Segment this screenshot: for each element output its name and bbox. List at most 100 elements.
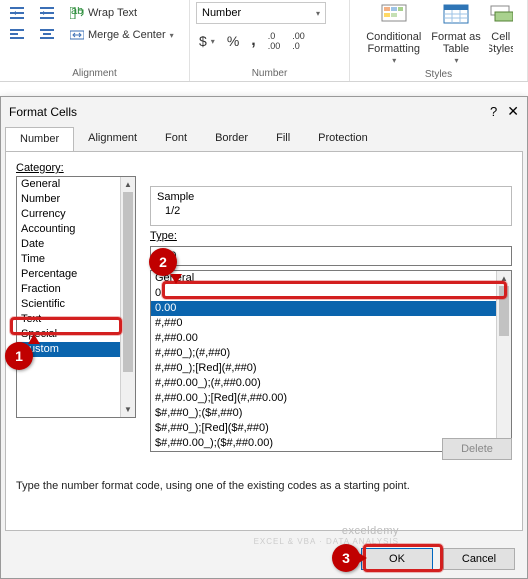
tab-fill[interactable]: Fill bbox=[262, 127, 304, 152]
number-format-select[interactable]: Number ▾ bbox=[196, 2, 326, 24]
list-item-label: #,##0 bbox=[155, 317, 183, 329]
decrease-indent-button[interactable] bbox=[6, 4, 28, 22]
decrease-indent-icon bbox=[9, 5, 25, 21]
conditional-formatting-label: Conditional Formatting bbox=[366, 31, 421, 55]
chevron-down-icon: ▾ bbox=[170, 31, 174, 40]
list-item-label: #,##0.00_);(#,##0.00) bbox=[155, 377, 261, 389]
increase-decimal-icon: .0.00 bbox=[268, 31, 281, 51]
tab-alignment[interactable]: Alignment bbox=[74, 127, 151, 152]
tab-number[interactable]: Number bbox=[5, 127, 74, 152]
increase-indent-button[interactable] bbox=[36, 4, 58, 22]
list-item-label: Fraction bbox=[21, 283, 61, 295]
tab-page-number: Category: General Number Currency Accoun… bbox=[5, 151, 523, 531]
accounting-format-button[interactable]: $▾ bbox=[196, 32, 218, 50]
wrap-text-button[interactable]: ab Wrap Text bbox=[66, 4, 140, 22]
conditional-formatting-button[interactable]: Conditional Formatting▾ bbox=[364, 2, 423, 68]
sample-label: Sample bbox=[157, 191, 505, 203]
type-input[interactable] bbox=[150, 246, 512, 266]
list-item[interactable]: #,##0.00_);[Red](#,##0.00) bbox=[151, 391, 511, 406]
list-item[interactable]: Scientific bbox=[17, 297, 135, 312]
increase-decimal-button[interactable]: .0.00 bbox=[265, 30, 284, 52]
format-as-table-label: Format as Table bbox=[431, 31, 481, 55]
wrap-text-icon: ab bbox=[69, 5, 85, 21]
tab-protection[interactable]: Protection bbox=[304, 127, 382, 152]
list-item[interactable]: #,##0.00 bbox=[151, 331, 511, 346]
group-label-number: Number bbox=[196, 67, 343, 81]
scroll-up-icon[interactable]: ▲ bbox=[121, 177, 135, 192]
scrollbar[interactable]: ▲ ▼ bbox=[496, 271, 511, 451]
list-item[interactable]: Number bbox=[17, 192, 135, 207]
close-button[interactable]: ✕ bbox=[507, 103, 519, 120]
scroll-thumb[interactable] bbox=[123, 192, 133, 372]
list-item-label: Date bbox=[21, 238, 44, 250]
format-list[interactable]: General 0 0.00 #,##0 #,##0.00 #,##0_);(#… bbox=[150, 270, 512, 452]
list-item[interactable]: #,##0.00_);(#,##0.00) bbox=[151, 376, 511, 391]
format-as-table-button[interactable]: Format as Table ▾ bbox=[429, 2, 483, 68]
list-item[interactable]: Accounting bbox=[17, 222, 135, 237]
ok-button[interactable]: OK bbox=[361, 548, 433, 570]
delete-button[interactable]: Delete bbox=[442, 438, 512, 460]
type-label: Type: bbox=[150, 230, 512, 242]
group-number: Number ▾ $▾ % , .0.00 .00.0 Number bbox=[190, 0, 350, 81]
list-item[interactable]: $#,##0_);($#,##0) bbox=[151, 406, 511, 421]
scrollbar[interactable]: ▲ ▼ bbox=[120, 177, 135, 417]
list-item-label: Number bbox=[21, 193, 60, 205]
comma-format-button[interactable]: , bbox=[248, 31, 258, 51]
number-format-value: Number bbox=[202, 7, 241, 19]
dialog-title: Format Cells bbox=[9, 105, 77, 119]
tab-label: Border bbox=[215, 132, 248, 144]
tab-font[interactable]: Font bbox=[151, 127, 201, 152]
list-item[interactable]: Fraction bbox=[17, 282, 135, 297]
list-item[interactable]: Currency bbox=[17, 207, 135, 222]
annotation-step-3: 3 bbox=[332, 544, 360, 572]
category-list[interactable]: General Number Currency Accounting Date … bbox=[16, 176, 136, 418]
cell-styles-icon bbox=[489, 4, 513, 29]
list-item-label: $#,##0_);[Red]($#,##0) bbox=[155, 422, 269, 434]
list-item-label: $#,##0_);($#,##0) bbox=[155, 407, 242, 419]
list-item-selected[interactable]: 0.00 bbox=[151, 301, 511, 316]
dialog-tabs: Number Alignment Font Border Fill Protec… bbox=[1, 126, 527, 151]
decrease-decimal-button[interactable]: .00.0 bbox=[289, 30, 308, 52]
percent-format-button[interactable]: % bbox=[224, 32, 242, 50]
list-item[interactable]: General bbox=[151, 271, 511, 286]
align-center-button[interactable] bbox=[36, 26, 58, 44]
list-item[interactable]: 0 bbox=[151, 286, 511, 301]
tab-border[interactable]: Border bbox=[201, 127, 262, 152]
hint-text: Type the number format code, using one o… bbox=[16, 480, 512, 492]
scroll-up-icon[interactable]: ▲ bbox=[497, 271, 511, 286]
list-item[interactable]: Date bbox=[17, 237, 135, 252]
list-item[interactable]: $#,##0_);[Red]($#,##0) bbox=[151, 421, 511, 436]
list-item[interactable]: General bbox=[17, 177, 135, 192]
list-item[interactable]: #,##0 bbox=[151, 316, 511, 331]
annotation-step-1: 1 bbox=[5, 342, 33, 370]
help-button[interactable]: ? bbox=[490, 104, 497, 119]
list-item[interactable]: Text bbox=[17, 312, 135, 327]
merge-center-button[interactable]: Merge & Center ▾ bbox=[66, 26, 177, 44]
group-label-styles: Styles bbox=[356, 68, 521, 82]
list-item-label: #,##0_);(#,##0) bbox=[155, 347, 230, 359]
scroll-down-icon[interactable]: ▼ bbox=[121, 402, 135, 417]
comma-icon: , bbox=[251, 32, 255, 50]
tab-label: Number bbox=[20, 133, 59, 145]
list-item-label: General bbox=[21, 178, 60, 190]
list-item-selected[interactable]: Custom bbox=[17, 342, 135, 357]
tab-label: Protection bbox=[318, 132, 368, 144]
list-item[interactable]: #,##0_);[Red](#,##0) bbox=[151, 361, 511, 376]
scroll-thumb[interactable] bbox=[499, 286, 509, 336]
cell-styles-button[interactable]: Cell Styles bbox=[489, 2, 513, 57]
annotation-pointer-1 bbox=[28, 334, 40, 344]
cancel-button[interactable]: Cancel bbox=[443, 548, 515, 570]
list-item-label: #,##0_);[Red](#,##0) bbox=[155, 362, 257, 374]
list-item[interactable]: Percentage bbox=[17, 267, 135, 282]
list-item-label: Currency bbox=[21, 208, 66, 220]
group-label-alignment: Alignment bbox=[6, 67, 183, 81]
chevron-down-icon: ▾ bbox=[211, 37, 215, 46]
list-item-label: $#,##0.00_);($#,##0.00) bbox=[155, 437, 273, 449]
dollar-icon: $ bbox=[199, 33, 207, 49]
align-left-button[interactable] bbox=[6, 26, 28, 44]
ok-label: OK bbox=[389, 553, 405, 565]
format-cells-dialog: Format Cells ? ✕ Number Alignment Font B… bbox=[0, 96, 528, 579]
list-item[interactable]: #,##0_);(#,##0) bbox=[151, 346, 511, 361]
chevron-down-icon: ▾ bbox=[455, 57, 459, 66]
list-item[interactable]: Time bbox=[17, 252, 135, 267]
